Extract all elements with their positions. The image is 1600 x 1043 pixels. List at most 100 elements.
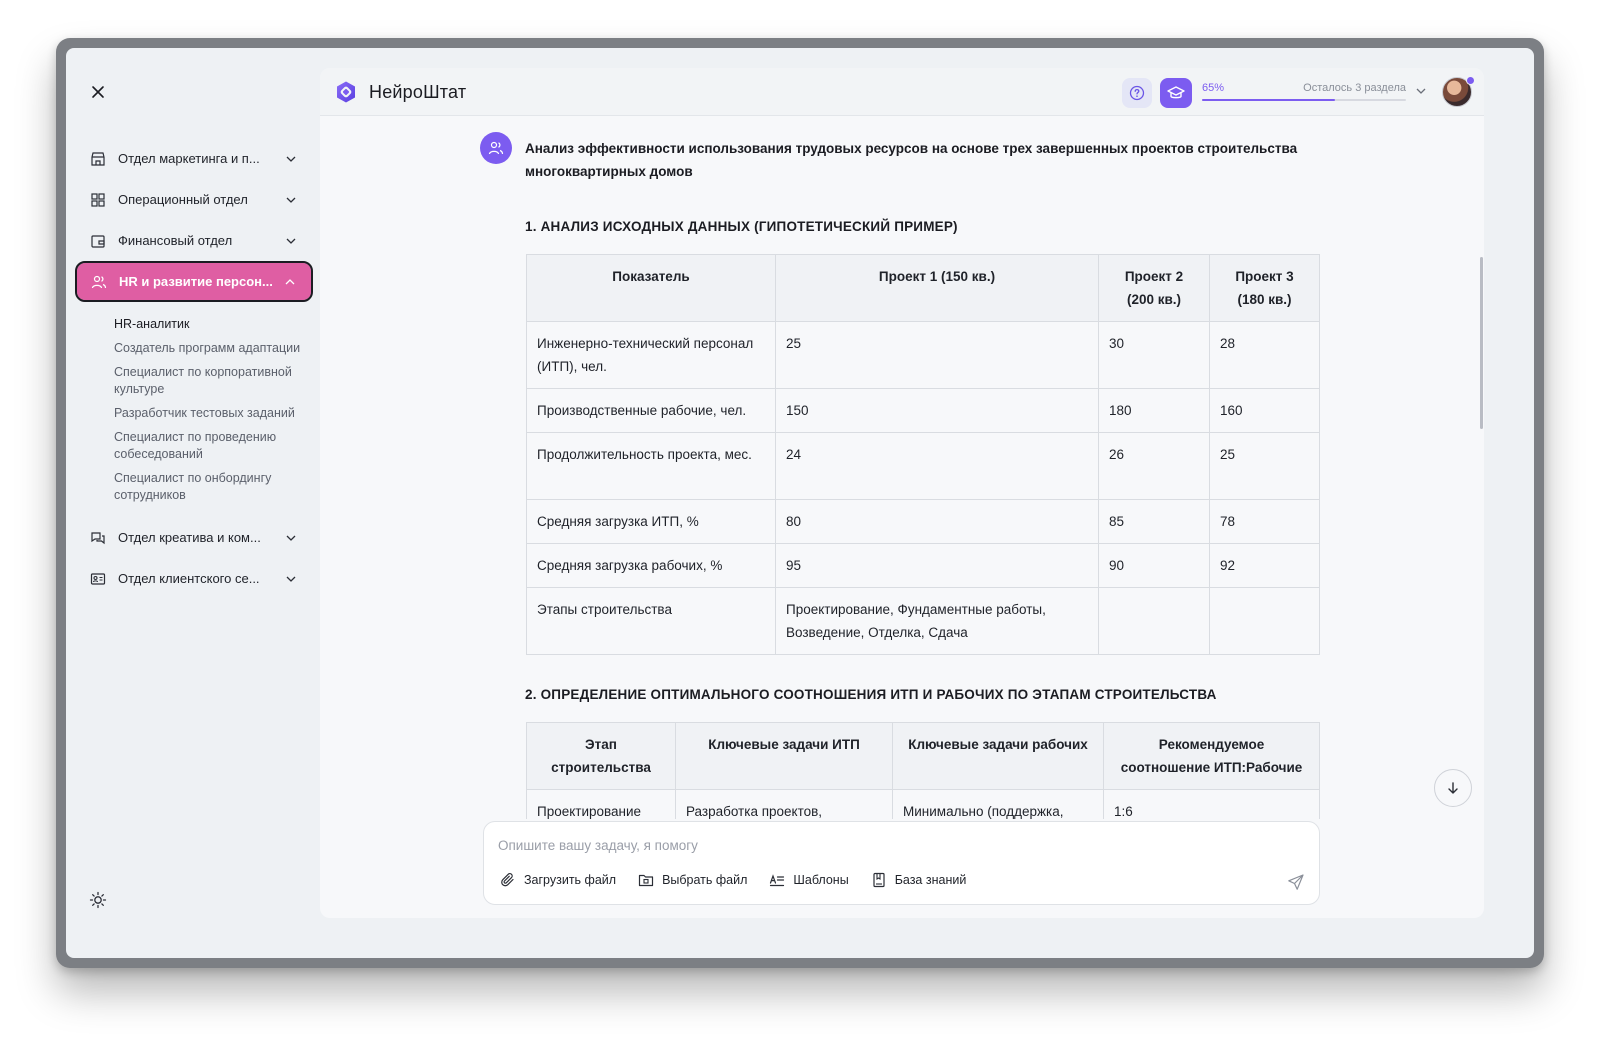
sidebar-item-marketing[interactable]: Отдел маркетинга и п... (76, 138, 312, 179)
table-row: Проектирование Разработка проектов, Мини… (526, 789, 1320, 819)
submenu-item-test-tasks[interactable]: Разработчик тестовых заданий (114, 405, 314, 422)
chevron-down-icon (284, 234, 298, 248)
main-panel: НейроШтат 65% Осталось 3 раздела Анализ … (320, 68, 1484, 918)
sidebar-item-operations[interactable]: Операционный отдел (76, 179, 312, 220)
chevron-down-icon (284, 193, 298, 207)
column-header: Этап строительства (526, 722, 676, 790)
sidebar-item-label: Финансовый отдел (118, 233, 233, 248)
graduation-cap-icon (1167, 86, 1185, 99)
grid-icon (90, 192, 106, 208)
table-cell: Этапы строительства (526, 587, 776, 655)
chevron-down-icon (1416, 88, 1426, 94)
book-icon (871, 872, 887, 888)
templates-button[interactable]: Шаблоны (769, 872, 849, 888)
scroll-down-button[interactable] (1434, 769, 1472, 807)
sidebar-item-creative[interactable]: Отдел креатива и ком... (76, 517, 312, 558)
submenu-item-onboarding[interactable]: Специалист по онбордингу сотрудников (114, 470, 314, 504)
table-cell: Продолжительность проекта, мес. (526, 432, 776, 500)
hr-submenu: HR-аналитик Создатель программ адаптации… (76, 302, 312, 517)
id-card-icon (90, 571, 106, 587)
table-cell: 25 (775, 321, 1099, 389)
progress-remaining: Осталось 3 раздела (1303, 82, 1406, 94)
table-row: Средняя загрузка рабочих, % 95 90 92 (526, 543, 1320, 588)
notification-dot (1466, 76, 1475, 85)
close-button[interactable] (86, 80, 110, 104)
users-icon (488, 141, 504, 155)
table-cell: 92 (1209, 543, 1320, 588)
column-header: Показатель (526, 254, 776, 322)
sidebar-item-finance[interactable]: Финансовый отдел (76, 220, 312, 261)
scrollbar[interactable] (1480, 257, 1483, 429)
table-row: Продолжительность проекта, мес. 24 26 25 (526, 432, 1320, 500)
chevron-down-icon (284, 152, 298, 166)
sidebar-item-hr[interactable]: HR и развитие персон... (75, 261, 313, 302)
wallet-icon (90, 233, 106, 249)
table-header-row: Этап строительства Ключевые задачи ИТП К… (526, 722, 1320, 790)
sidebar-item-label: HR и развитие персон... (119, 274, 273, 289)
column-header: Проект 3 (180 кв.) (1209, 254, 1320, 322)
folder-icon (638, 872, 654, 888)
table-cell: 26 (1098, 432, 1210, 500)
table-cell: 150 (775, 388, 1099, 433)
table-cell: 24 (775, 432, 1099, 500)
knowledge-base-button[interactable]: База знаний (871, 872, 966, 888)
sidebar-item-label: Отдел креатива и ком... (118, 530, 261, 545)
sidebar-item-label: Отдел маркетинга и п... (118, 151, 260, 166)
table-row: Средняя загрузка ИТП, % 80 85 78 (526, 499, 1320, 544)
table-cell: 28 (1209, 321, 1320, 389)
course-progress[interactable]: 65% Осталось 3 раздела (1202, 80, 1428, 104)
tool-label: Шаблоны (793, 873, 849, 887)
top-bar: НейроШтат 65% Осталось 3 раздела (320, 68, 1484, 116)
send-icon (1288, 874, 1304, 890)
ratio-table: Этап строительства Ключевые задачи ИТП К… (526, 722, 1320, 819)
choose-file-button[interactable]: Выбрать файл (638, 872, 747, 888)
table-cell: Средняя загрузка ИТП, % (526, 499, 776, 544)
question-icon (1129, 85, 1145, 101)
submenu-item-culture[interactable]: Специалист по корпоративной культуре (114, 364, 314, 398)
chevron-down-icon (284, 572, 298, 586)
table-cell: 160 (1209, 388, 1320, 433)
column-header: Проект 2 (200 кв.) (1098, 254, 1210, 322)
brand-logo-icon (337, 81, 355, 103)
sidebar-item-client-service[interactable]: Отдел клиентского се... (76, 558, 312, 599)
table-cell: Проектирование (526, 789, 676, 819)
table-cell: 90 (1098, 543, 1210, 588)
send-button[interactable] (1287, 873, 1305, 891)
column-header: Рекомендуемое соотношение ИТП:Рабочие (1103, 722, 1320, 790)
submenu-item-adaptation[interactable]: Создатель программ адаптации (114, 340, 314, 357)
store-icon (90, 151, 106, 167)
table-cell: 85 (1098, 499, 1210, 544)
brand[interactable]: НейроШтат (334, 80, 466, 104)
assistant-avatar (480, 132, 512, 164)
close-icon (92, 86, 104, 98)
learning-button[interactable] (1160, 78, 1192, 108)
table-cell: Инженерно-технический персонал (ИТП), че… (526, 321, 776, 389)
table-header-row: Показатель Проект 1 (150 кв.) Проект 2 (… (526, 254, 1320, 322)
column-header: Ключевые задачи рабочих (892, 722, 1104, 790)
column-header: Ключевые задачи ИТП (675, 722, 893, 790)
upload-file-button[interactable]: Загрузить файл (500, 872, 616, 888)
progress-fill (1202, 99, 1335, 101)
submenu-item-interviews[interactable]: Специалист по проведению собеседований (114, 429, 314, 463)
table-cell: 180 (1098, 388, 1210, 433)
sun-icon (89, 891, 107, 909)
table-cell: Разработка проектов, (675, 789, 893, 819)
message-input[interactable] (498, 834, 1278, 856)
table-cell: 1:6 (1103, 789, 1320, 819)
sidebar-item-label: Операционный отдел (118, 192, 248, 207)
theme-toggle-button[interactable] (88, 890, 108, 910)
submenu-item-hr-analyst[interactable]: HR-аналитик (114, 316, 314, 333)
help-button[interactable] (1122, 78, 1152, 108)
table-cell: Минимально (поддержка, (892, 789, 1104, 819)
progress-percent: 65% (1202, 82, 1225, 94)
sidebar-nav: Отдел маркетинга и п... Операционный отд… (75, 138, 313, 599)
source-data-table: Показатель Проект 1 (150 кв.) Проект 2 (… (526, 254, 1320, 655)
sidebar-item-label: Отдел клиентского се... (118, 571, 260, 586)
composer-tools: Загрузить файл Выбрать файл Шаблоны База… (500, 872, 988, 888)
table-cell: Производственные рабочие, чел. (526, 388, 776, 433)
table-cell: 80 (775, 499, 1099, 544)
section-heading: 2. ОПРЕДЕЛЕНИЕ ОПТИМАЛЬНОГО СООТНОШЕНИЯ … (525, 687, 1217, 702)
table-cell: 95 (775, 543, 1099, 588)
progress-track (1202, 99, 1406, 101)
table-cell: 30 (1098, 321, 1210, 389)
